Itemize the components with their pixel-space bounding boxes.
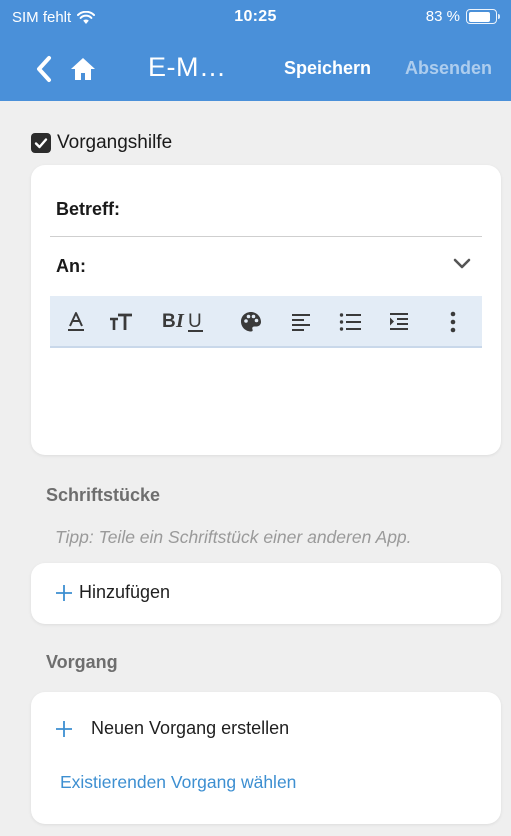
home-icon[interactable] <box>70 56 96 82</box>
vorgangshilfe-toggle[interactable]: Vorgangshilfe <box>31 132 172 154</box>
send-button[interactable]: Absenden <box>405 58 492 79</box>
add-document-label: Hinzufügen <box>79 582 171 602</box>
svg-text:I: I <box>175 310 185 332</box>
chevron-down-icon[interactable] <box>453 257 471 271</box>
bold-italic-underline-icon[interactable]: B I U <box>162 308 212 336</box>
more-vertical-icon[interactable] <box>446 308 460 336</box>
svg-text:B: B <box>162 311 176 332</box>
create-process-button[interactable]: Neuen Vorgang erstellen <box>55 718 289 739</box>
process-section-title: Vorgang <box>46 652 118 672</box>
svg-text:U: U <box>188 311 202 332</box>
documents-section-title: Schriftstücke <box>46 485 161 505</box>
subject-field[interactable]: Betreff: <box>56 199 120 220</box>
app-header: SIM fehlt 10:25 83 % E-M… Speichern Abse… <box>0 0 511 101</box>
indent-icon[interactable] <box>388 308 410 336</box>
palette-icon[interactable] <box>238 308 264 336</box>
text-size-icon[interactable] <box>108 308 134 336</box>
formatting-toolbar: B I U <box>50 296 482 348</box>
add-document-button[interactable]: Hinzufügen <box>55 582 170 603</box>
navigation-bar: E-M… Speichern Absenden <box>0 44 511 94</box>
font-color-icon[interactable] <box>65 308 87 336</box>
align-left-icon[interactable] <box>290 308 312 336</box>
battery-indicator: 83 % <box>425 8 500 25</box>
choose-existing-process-link[interactable]: Existierenden Vorgang wählen <box>60 772 296 793</box>
plus-icon <box>56 584 72 601</box>
mail-compose-card: Betreff: An: B I U <box>31 165 501 455</box>
divider <box>50 236 482 237</box>
checkbox-checked-icon[interactable] <box>31 133 51 153</box>
process-card: Neuen Vorgang erstellen Existierenden Vo… <box>31 692 501 824</box>
bullet-list-icon[interactable] <box>338 308 362 336</box>
documents-hint: Tipp: Teile ein Schriftstück einer ander… <box>55 527 412 547</box>
page-title: E-M… <box>148 52 227 82</box>
create-process-label: Neuen Vorgang erstellen <box>91 718 290 738</box>
chevron-left-icon[interactable] <box>32 54 56 84</box>
save-button[interactable]: Speichern <box>284 58 371 79</box>
battery-icon <box>466 9 500 24</box>
battery-percentage: 83 % <box>425 8 460 25</box>
status-bar: SIM fehlt 10:25 83 % <box>0 0 511 32</box>
documents-card: Hinzufügen <box>31 563 501 624</box>
recipient-field[interactable]: An: <box>56 256 86 277</box>
plus-icon <box>56 720 72 737</box>
battery-fill <box>468 11 491 22</box>
vorgangshilfe-label: Vorgangshilfe <box>57 132 173 153</box>
